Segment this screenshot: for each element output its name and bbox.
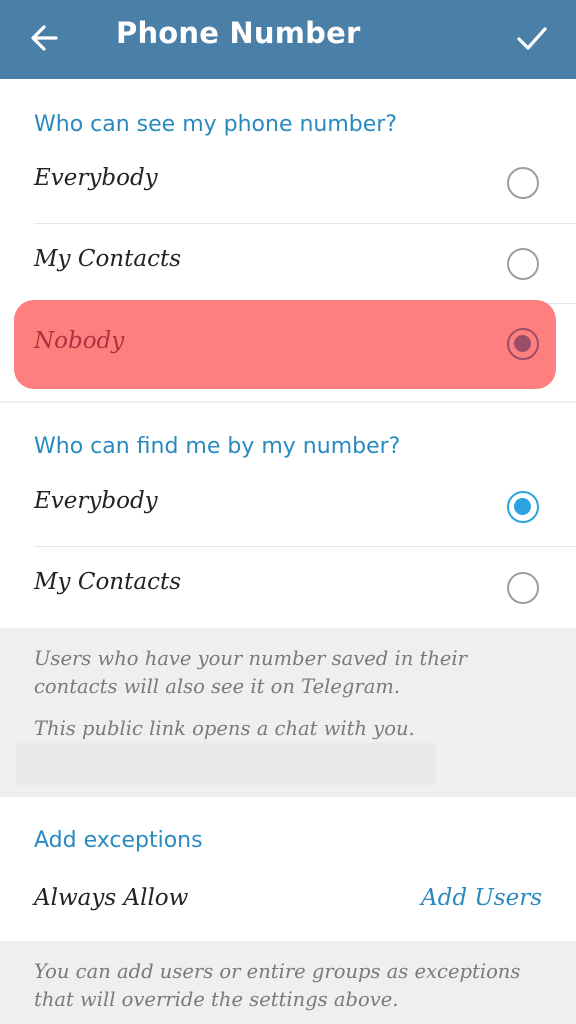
who-can-see-header: Who can see my phone number? — [34, 112, 398, 137]
back-button[interactable] — [26, 18, 66, 58]
option-find-my-contacts[interactable]: My Contacts — [0, 547, 576, 627]
radio-button[interactable] — [507, 572, 539, 604]
faint-placeholder-bar — [16, 743, 436, 785]
option-label: My Contacts — [34, 569, 181, 595]
option-label: My Contacts — [34, 246, 181, 272]
option-see-my-contacts[interactable]: My Contacts — [0, 224, 576, 304]
exceptions-info-text: You can add users or entire groups as ex… — [34, 960, 521, 1011]
option-label: Nobody — [34, 328, 125, 354]
exceptions-header: Add exceptions — [34, 828, 203, 853]
page-title: Phone Number — [116, 16, 361, 50]
public-link-info-text: This public link opens a chat with you. — [34, 717, 415, 740]
option-see-everybody[interactable]: Everybody — [0, 143, 576, 223]
option-find-everybody[interactable]: Everybody — [0, 466, 576, 546]
who-can-find-section: Who can find me by my number? Everybody … — [0, 403, 576, 628]
check-icon — [517, 27, 547, 50]
who-can-find-header: Who can find me by my number? — [34, 434, 401, 459]
radio-button[interactable] — [507, 248, 539, 280]
add-users-link[interactable]: Add Users — [421, 885, 542, 911]
radio-button[interactable] — [507, 167, 539, 199]
option-label: Everybody — [34, 165, 158, 191]
option-label: Everybody — [34, 488, 158, 514]
find-info-text: Users who have your number saved in thei… — [34, 647, 467, 698]
app-bar: Phone Number — [0, 0, 576, 79]
always-allow-label[interactable]: Always Allow — [34, 885, 188, 911]
radio-button-selected[interactable] — [507, 328, 539, 360]
confirm-button[interactable] — [512, 18, 552, 58]
radio-button-selected[interactable] — [507, 491, 539, 523]
arrow-left-icon — [31, 25, 58, 51]
exceptions-section: Add exceptions Always Allow Add Users — [0, 797, 576, 941]
option-see-nobody-highlighted[interactable]: Nobody — [14, 300, 556, 389]
